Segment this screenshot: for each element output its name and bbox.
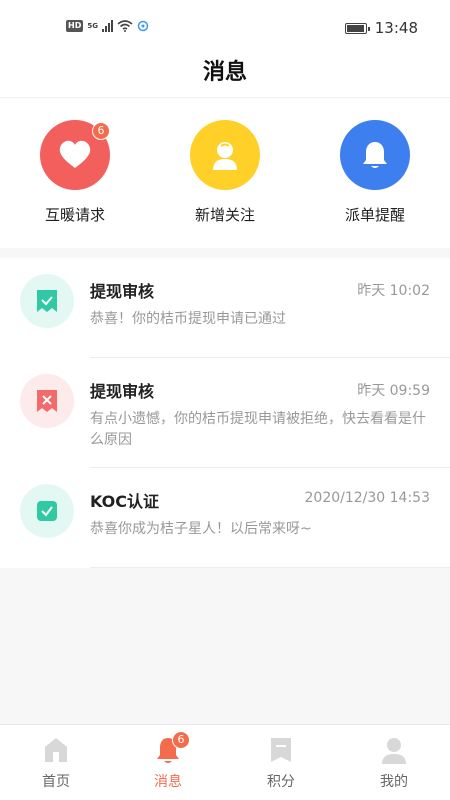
- battery-icon: [344, 22, 370, 34]
- quick-action-label: 派单提醒: [344, 206, 405, 224]
- quick-action-dispatch-reminder[interactable]: 派单提醒: [315, 120, 435, 225]
- message-body: 恭喜！你的桔币提现申请已通过: [90, 311, 286, 327]
- message-title: 提现审核: [90, 382, 155, 401]
- person-icon: [190, 120, 260, 190]
- bell-icon: [340, 120, 410, 190]
- status-bar: HD 5G 13:48: [0, 0, 450, 56]
- points-icon: [267, 735, 295, 765]
- message-title: KOC认证: [90, 492, 160, 511]
- message-item[interactable]: KOC认证 2020/12/30 14:53 恭喜你成为桔子星人！以后常来呀~: [0, 468, 450, 568]
- check-badge-icon: [20, 484, 74, 538]
- check-ticket-icon: [20, 274, 74, 328]
- quick-action-new-follow[interactable]: 新增关注: [165, 120, 285, 225]
- nav-profile[interactable]: 我的: [338, 735, 450, 791]
- nav-home[interactable]: 首页: [0, 735, 112, 791]
- status-indicators: HD 5G: [66, 20, 149, 32]
- sync-icon: [137, 20, 149, 32]
- cross-ticket-icon: [20, 374, 74, 428]
- signal-icon: [101, 20, 113, 32]
- quick-action-label: 新增关注: [194, 206, 255, 224]
- heart-icon: 6: [40, 120, 110, 190]
- nav-points[interactable]: 积分: [225, 735, 337, 791]
- network-type: 5G: [87, 22, 98, 30]
- divider: [90, 567, 450, 568]
- message-time: 昨天 10:02: [357, 283, 430, 299]
- nav-messages[interactable]: 6 消息: [112, 731, 224, 791]
- message-time: 昨天 09:59: [357, 383, 430, 399]
- notification-badge: 6: [172, 731, 190, 749]
- nav-label: 我的: [380, 774, 408, 790]
- header: 消息: [0, 56, 450, 98]
- nav-label: 消息: [154, 774, 182, 790]
- profile-icon: [380, 735, 408, 765]
- message-item[interactable]: 提现审核 昨天 09:59 有点小遗憾，你的桔币提现申请被拒绝，快去看看是什么原…: [0, 358, 450, 468]
- nav-label: 积分: [267, 774, 295, 790]
- quick-actions: 6 互暖请求 新增关注 派单提醒: [0, 98, 450, 248]
- wifi-icon: [117, 20, 133, 32]
- message-time: 2020/12/30 14:53: [304, 490, 431, 506]
- quick-action-label: 互暖请求: [44, 206, 105, 224]
- message-item[interactable]: 提现审核 昨天 10:02 恭喜！你的桔币提现申请已通过: [0, 258, 450, 358]
- status-right: 13:48: [344, 19, 418, 37]
- clock: 13:48: [374, 19, 418, 37]
- bottom-nav: 首页 6 消息 积分 我的: [0, 724, 450, 800]
- message-title: 提现审核: [90, 282, 155, 301]
- notification-badge: 6: [92, 122, 110, 140]
- message-body: 恭喜你成为桔子星人！以后常来呀~: [90, 521, 312, 537]
- message-body: 有点小遗憾，你的桔币提现申请被拒绝，快去看看是什么原因: [90, 411, 426, 448]
- page-title: 消息: [202, 60, 247, 85]
- message-list: 提现审核 昨天 10:02 恭喜！你的桔币提现申请已通过 提现审核 昨天 09:…: [0, 258, 450, 568]
- bell-icon: 6: [154, 731, 190, 765]
- home-icon: [42, 735, 70, 765]
- quick-action-warm-request[interactable]: 6 互暖请求: [15, 120, 135, 225]
- hd-indicator: HD: [66, 20, 84, 32]
- nav-label: 首页: [42, 774, 70, 790]
